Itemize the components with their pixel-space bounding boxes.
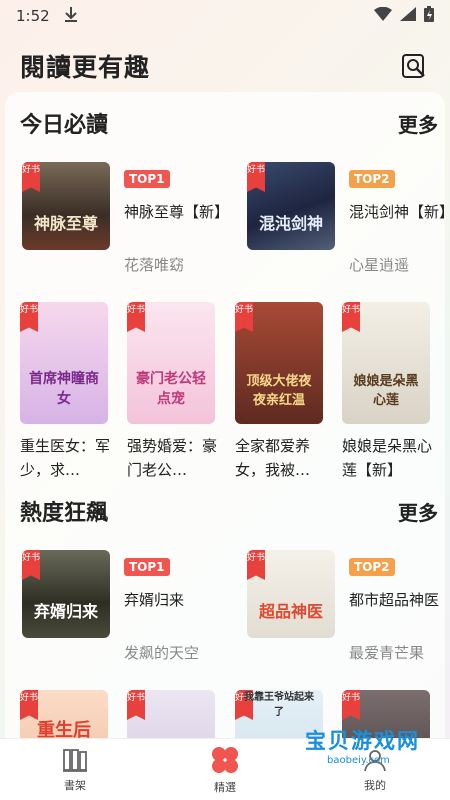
grid-book[interactable]: 好书 顶级大佬夜夜亲红温 全家都爱养女，我被… [235, 302, 323, 482]
book-cover: 好书 弃婿归来 [22, 550, 110, 638]
nav-featured[interactable]: 精選 [150, 739, 300, 800]
cover-title: 弃婿归来 [33, 602, 98, 621]
grid-book[interactable]: 好书 首席神瞳商女 重生医女：军少，求… [20, 302, 110, 482]
good-book-badge: 好书 [247, 162, 265, 192]
cover-title: 顶级大佬夜夜亲红温 [246, 374, 312, 408]
cover-title: 首席神瞳商女 [29, 371, 99, 407]
cover-title: 超品神医 [258, 602, 323, 621]
book-title: 弃婿归来 [124, 591, 185, 609]
book-title: 都市超品神医 [349, 591, 440, 609]
status-time: 1:52 [16, 7, 50, 25]
nav-label: 書架 [64, 778, 86, 792]
wifi-icon [374, 6, 392, 25]
featured-book-3[interactable]: 好书 弃婿归来 TOP1 弃婿归来 发飙的天空 [22, 550, 222, 662]
nav-bookshelf[interactable]: 書架 [0, 739, 150, 800]
battery-icon [424, 6, 434, 26]
book-cover: 好书 混沌剑神 [247, 162, 335, 250]
bottom-nav: 書架 精選 我的 [0, 738, 450, 800]
good-book-badge: 好书 [127, 690, 145, 720]
book-cover: 好书 娘娘是朵黑心莲 [342, 302, 430, 424]
book-cover: 好书 首席神瞳商女 [20, 302, 108, 424]
signal-icon [400, 7, 416, 25]
book-title: 强势婚爱：豪门老公… [127, 437, 218, 479]
good-book-badge: 好书 [235, 302, 253, 332]
nav-profile[interactable]: 我的 [300, 739, 450, 800]
book-cover: 好书 超品神医 [247, 550, 335, 638]
featured-book-2[interactable]: 好书 混沌剑神 TOP2 混沌剑神【新】 心星逍遥 [247, 162, 450, 274]
book-title: 混沌剑神【新】 [349, 203, 450, 221]
section-header-hot: 熱度狂飆 更多 [20, 494, 438, 528]
book-title: 全家都爱养女，我被… [235, 437, 311, 479]
page-title: 閱讀更有趣 [20, 53, 151, 82]
status-bar: 1:52 [0, 0, 450, 32]
cover-title: 混沌剑神 [258, 214, 323, 233]
book-title: 重生医女：军少，求… [20, 437, 111, 479]
book-author: 最爱青芒果 [349, 644, 425, 662]
rank-badge: TOP1 [124, 558, 170, 576]
rank-badge: TOP2 [349, 558, 395, 576]
book-cover: 好书 豪门老公轻点宠 [127, 302, 215, 424]
section-header-today: 今日必讀 更多 [20, 106, 438, 140]
profile-icon [364, 749, 386, 771]
cover-title: 娘娘是朵黑心莲 [353, 374, 419, 408]
search-button[interactable] [398, 50, 430, 82]
good-book-badge: 好书 [247, 550, 265, 580]
good-book-badge: 好书 [22, 550, 40, 580]
good-book-badge: 好书 [22, 162, 40, 192]
book-author: 发飙的天空 [124, 644, 200, 662]
rank-badge: TOP2 [349, 170, 395, 188]
grid-book[interactable]: 好书 豪门老公轻点宠 强势婚爱：豪门老公… [127, 302, 217, 482]
more-link-today[interactable]: 更多 [398, 109, 438, 138]
good-book-badge: 好书 [20, 302, 38, 332]
book-cover: 好书 顶级大佬夜夜亲红温 [235, 302, 323, 424]
more-link-hot[interactable]: 更多 [398, 497, 438, 526]
grid-book[interactable]: 好书 娘娘是朵黑心莲 娘娘是朵黑心莲【新】 [342, 302, 432, 482]
cover-title: 我靠王爷站起来了 [244, 692, 314, 718]
search-icon [402, 54, 425, 78]
cover-title: 神脉至尊 [33, 214, 98, 233]
section-title: 熱度狂飆 [20, 501, 109, 526]
clover-icon [212, 746, 238, 773]
download-icon [64, 6, 78, 26]
app-header: 閱讀更有趣 [0, 40, 450, 92]
bookshelf-icon [63, 748, 87, 772]
nav-label: 精選 [214, 780, 236, 794]
rank-badge: TOP1 [124, 170, 170, 188]
good-book-badge: 好书 [342, 302, 360, 332]
book-title: 娘娘是朵黑心莲【新】 [342, 437, 433, 479]
nav-label: 我的 [364, 778, 386, 792]
book-author: 心星逍遥 [349, 256, 410, 274]
featured-book-4[interactable]: 好书 超品神医 TOP2 都市超品神医 最爱青芒果 [247, 550, 447, 662]
good-book-badge: 好书 [127, 302, 145, 332]
book-author: 花落唯窈 [124, 256, 185, 274]
section-title: 今日必讀 [20, 113, 109, 138]
book-cover: 好书 神脉至尊 [22, 162, 110, 250]
cover-title: 豪门老公轻点宠 [136, 371, 206, 407]
featured-book-1[interactable]: 好书 神脉至尊 TOP1 神脉至尊【新】 花落唯窈 [22, 162, 229, 274]
good-book-badge: 好书 [342, 690, 360, 720]
book-title: 神脉至尊【新】 [124, 203, 230, 221]
